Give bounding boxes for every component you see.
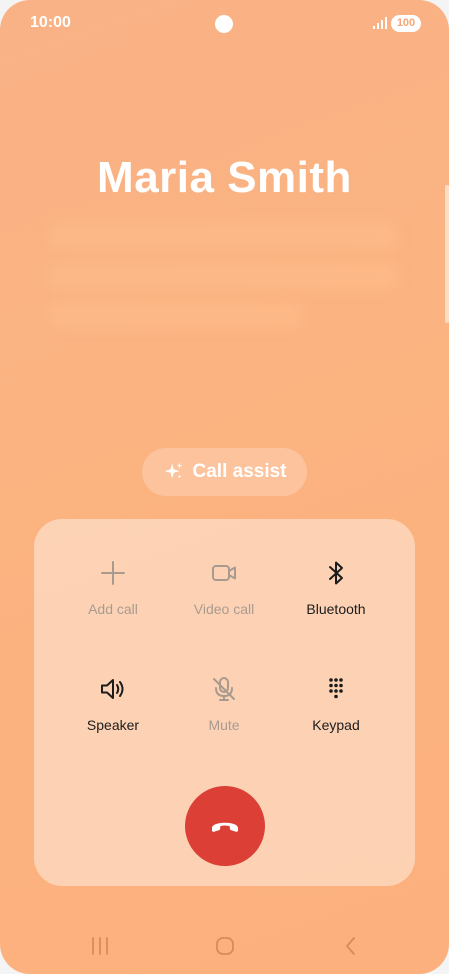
side-panel-handle[interactable]: [445, 185, 449, 323]
keypad-button[interactable]: Keypad: [281, 675, 391, 755]
mute-label: Mute: [208, 717, 240, 733]
add-call-button[interactable]: Add call: [58, 559, 168, 639]
home-icon: [216, 937, 234, 955]
camera-hole: [215, 15, 233, 33]
speaker-icon: [101, 679, 124, 699]
home-button[interactable]: [205, 926, 245, 966]
caller-name: Maria Smith: [97, 153, 352, 202]
phone-hangup-icon: [212, 822, 238, 832]
mute-button[interactable]: Mute: [169, 675, 279, 755]
microphone-muted-icon: [213, 677, 235, 701]
bluetooth-icon: [329, 561, 343, 585]
blurred-caller-info: [48, 262, 398, 290]
sparkle-icon: [164, 462, 182, 479]
call-assist-label: Call assist: [192, 461, 287, 482]
video-camera-icon: [212, 565, 236, 581]
video-call-label: Video call: [193, 601, 255, 617]
recent-apps-icon: [92, 937, 108, 955]
call-controls-panel: Add call Video call Bluetooth Speaker Mu…: [34, 519, 415, 886]
recent-apps-button[interactable]: [80, 926, 120, 966]
status-time: 10:00: [30, 14, 71, 31]
bluetooth-label: Bluetooth: [306, 601, 366, 617]
end-call-button[interactable]: [185, 786, 265, 866]
video-call-button[interactable]: Video call: [169, 559, 279, 639]
keypad-icon: [329, 678, 343, 699]
keypad-label: Keypad: [312, 717, 360, 733]
status-bar: 10:00 100: [0, 0, 449, 48]
back-button[interactable]: [331, 926, 371, 966]
speaker-button[interactable]: Speaker: [58, 675, 168, 755]
battery-badge: 100: [391, 15, 421, 32]
plus-icon: [101, 561, 125, 585]
phone-screen: 10:00 100 Maria Smith Call assist Add ca…: [0, 0, 449, 974]
speaker-label: Speaker: [86, 717, 140, 733]
blurred-caller-info: [48, 302, 303, 328]
navigation-bar: [0, 926, 449, 966]
back-icon: [346, 937, 355, 955]
bluetooth-button[interactable]: Bluetooth: [281, 559, 391, 639]
call-assist-button[interactable]: Call assist: [142, 448, 307, 496]
blurred-caller-info: [48, 222, 398, 250]
signal-icon: [373, 17, 387, 29]
add-call-label: Add call: [88, 601, 138, 617]
